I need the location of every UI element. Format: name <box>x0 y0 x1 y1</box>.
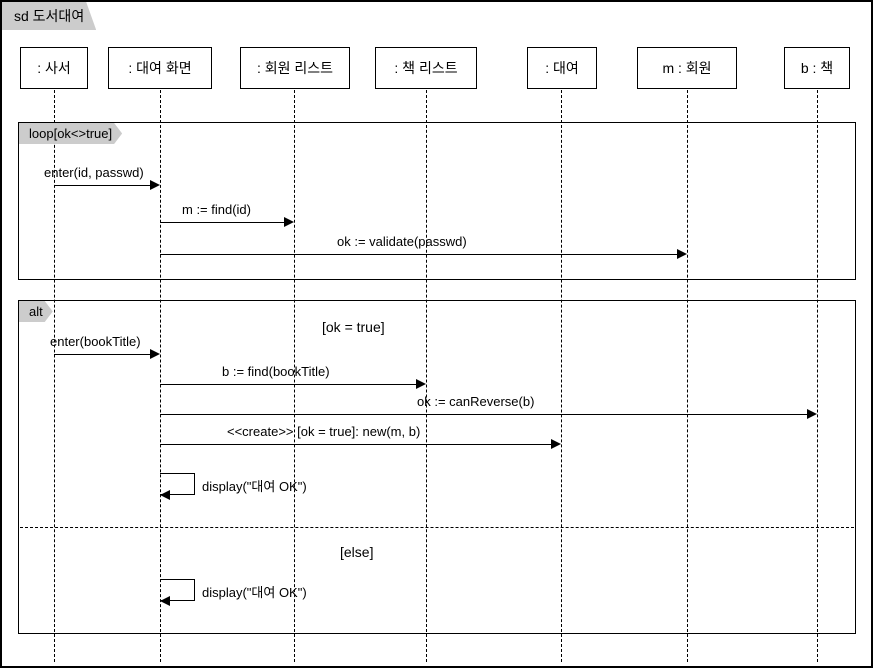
lifeline-head: m : 회원 <box>637 47 737 89</box>
message-label: <<create>> [ok = true]: new(m, b) <box>227 424 420 439</box>
arrow <box>160 414 807 415</box>
diagram-title: sd 도서대여 <box>2 2 96 30</box>
lifeline-head: : 사서 <box>20 47 88 89</box>
lifeline-head: : 책 리스트 <box>375 47 477 89</box>
message-label: ok := validate(passwd) <box>337 234 467 249</box>
arrow <box>160 444 551 445</box>
lifeline-head: : 대여 화면 <box>108 47 212 89</box>
arrow <box>54 354 150 355</box>
alt-frame: alt <box>18 300 856 634</box>
arrow-head-icon <box>160 490 170 500</box>
lifeline-head: b : 책 <box>784 47 850 89</box>
arrow <box>160 222 284 223</box>
alt-label: alt <box>19 301 53 322</box>
arrow-head-icon <box>551 439 561 449</box>
arrow-head-icon <box>807 409 817 419</box>
arrow-head-icon <box>284 217 294 227</box>
arrow-head-icon <box>416 379 426 389</box>
message-label: display("대여 OK") <box>202 476 307 495</box>
message-label: b := find(bookTitle) <box>222 364 330 379</box>
arrow-head-icon <box>150 349 160 359</box>
lifeline-head: : 회원 리스트 <box>240 47 350 89</box>
loop-frame: loop[ok<>true] <box>18 122 856 280</box>
message-label: ok := canReverse(b) <box>417 394 534 409</box>
arrow <box>160 254 677 255</box>
guard-label: [else] <box>340 544 373 560</box>
loop-label: loop[ok<>true] <box>19 123 122 144</box>
message-label: enter(id, passwd) <box>44 165 144 180</box>
arrow-head-icon <box>150 180 160 190</box>
message-label: m := find(id) <box>182 202 251 217</box>
arrow-head-icon <box>677 249 687 259</box>
sequence-diagram: sd 도서대여 : 사서 : 대여 화면 : 회원 리스트 : 책 리스트 : … <box>0 0 873 668</box>
message-label: enter(bookTitle) <box>50 334 141 349</box>
alt-divider <box>20 527 854 528</box>
message-label: display("대여 OK") <box>202 582 307 601</box>
lifeline-head: : 대여 <box>527 47 597 89</box>
guard-label: [ok = true] <box>322 319 385 335</box>
arrow <box>54 185 150 186</box>
arrow <box>160 384 416 385</box>
arrow-head-icon <box>160 596 170 606</box>
